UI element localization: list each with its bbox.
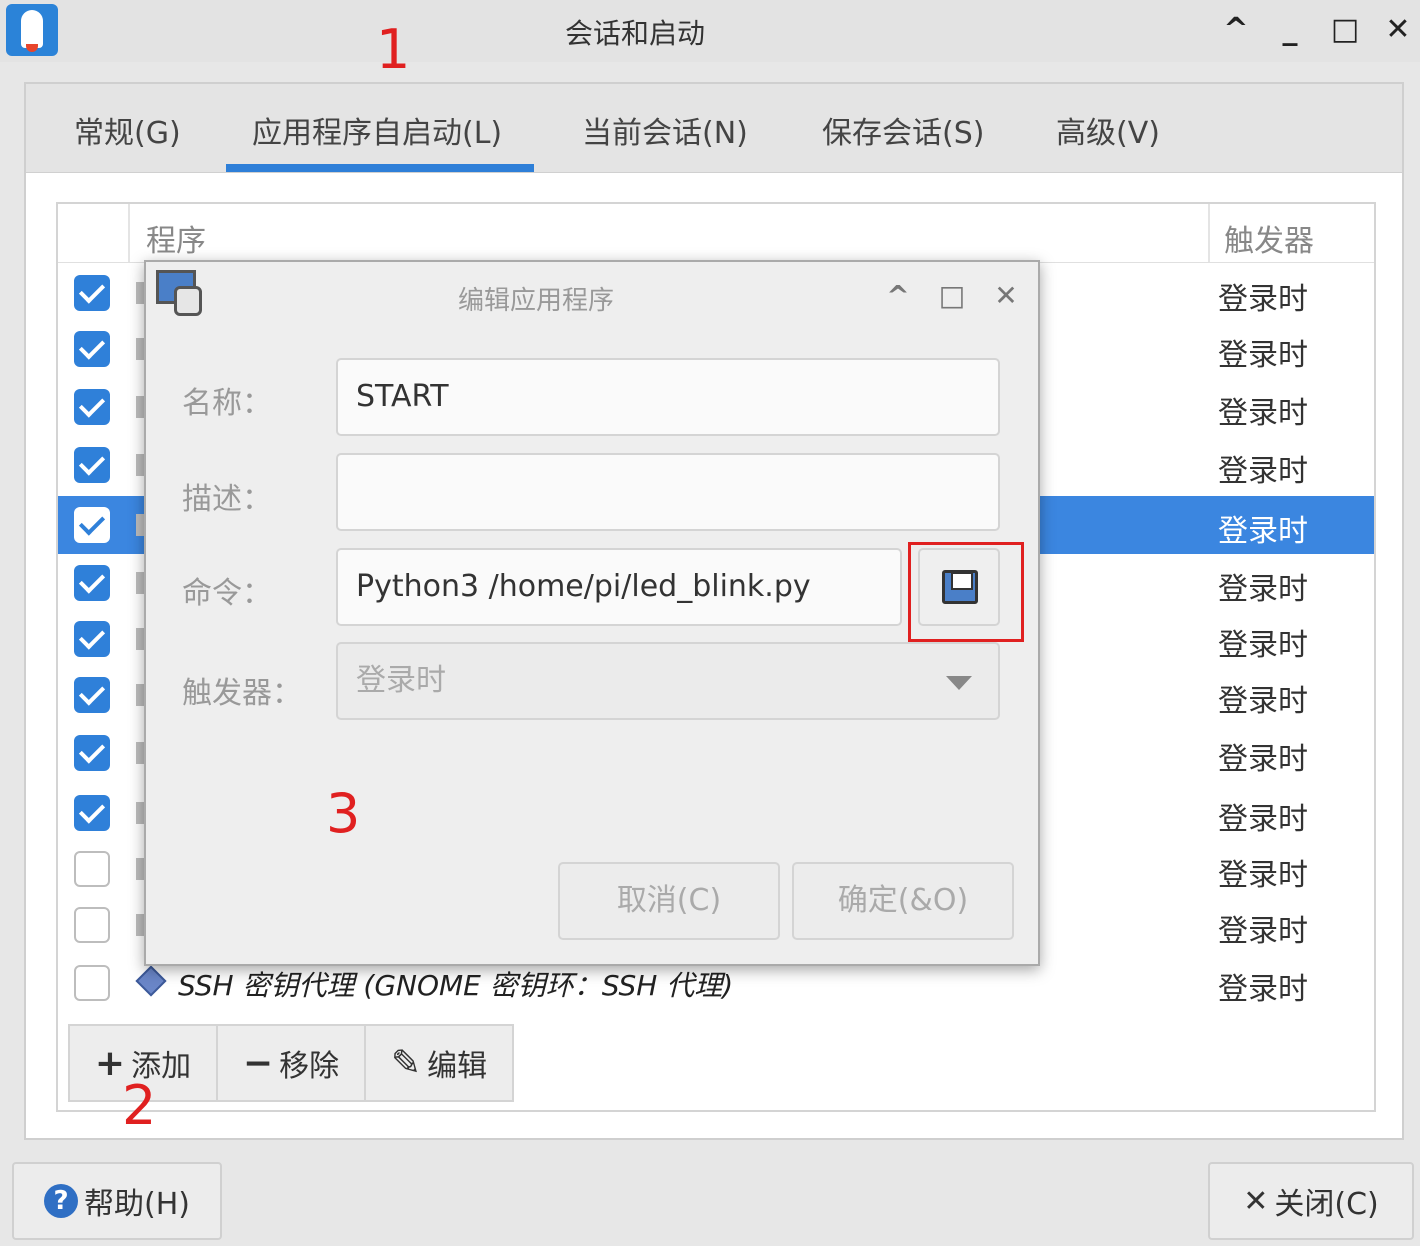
header-separator — [128, 204, 130, 262]
trigger-value: 登录时 — [1218, 858, 1308, 893]
edit-button-label: 编辑 — [427, 1049, 488, 1084]
trigger-label: 触发器： — [182, 676, 302, 711]
maximize-button[interactable]: □ — [1325, 10, 1365, 50]
enable-checkbox[interactable] — [74, 565, 110, 601]
enable-checkbox[interactable] — [74, 447, 110, 483]
tab-bar: 常规(G) 应用程序自启动(L) 当前会话(N) 保存会话(S) 高级(V) — [26, 84, 1402, 173]
tab-autostart[interactable]: 应用程序自启动(L) — [252, 108, 502, 152]
close-button[interactable]: ✕ 关闭(C) — [1208, 1162, 1414, 1240]
program-icon — [136, 684, 144, 706]
window-title: 会话和启动 — [564, 17, 705, 50]
program-name: SSH 密钥代理 (GNOME 密钥环：SSH 代理) — [178, 969, 734, 1002]
help-icon: ? — [44, 1184, 79, 1218]
column-header-program[interactable]: 程序 — [146, 216, 206, 260]
annotation-3: 3 — [326, 782, 361, 845]
trigger-value: 登录时 — [1218, 684, 1308, 719]
program-icon — [136, 742, 144, 764]
dialog-maximize-button[interactable]: □ — [934, 278, 970, 314]
keyring-icon — [135, 965, 167, 997]
name-field[interactable]: START — [336, 358, 1000, 436]
program-icon — [136, 338, 144, 360]
dialog-shade-button[interactable]: ^ — [880, 278, 916, 314]
active-tab-indicator — [226, 164, 534, 172]
trigger-value: 登录时 — [1218, 396, 1308, 431]
enable-checkbox[interactable] — [74, 677, 110, 713]
close-window-button[interactable]: ✕ — [1378, 10, 1418, 50]
plus-icon: + — [94, 1042, 126, 1084]
enable-checkbox[interactable] — [74, 965, 110, 1001]
program-icon — [136, 914, 144, 936]
program-icon — [136, 628, 144, 650]
description-field[interactable] — [336, 453, 1000, 531]
tab-saved-sessions[interactable]: 保存会话(S) — [822, 108, 984, 152]
tab-current-session[interactable]: 当前会话(N) — [582, 108, 748, 152]
trigger-combo[interactable]: 登录时 — [336, 642, 1000, 720]
trigger-value: 登录时 — [1218, 914, 1308, 949]
trigger-value: 登录时 — [1218, 572, 1308, 607]
window-titlebar: 会话和启动 ^ _ □ ✕ — [0, 0, 1420, 62]
annotation-1: 1 — [376, 18, 411, 81]
dialog-title: 编辑应用程序 — [457, 286, 614, 316]
shade-button[interactable]: ^ — [1216, 10, 1256, 50]
command-field[interactable]: Python3 /home/pi/led_blink.py — [336, 548, 902, 626]
enable-checkbox[interactable] — [74, 907, 110, 943]
column-header-trigger[interactable]: 触发器 — [1224, 216, 1314, 260]
close-icon: ✕ — [1243, 1183, 1269, 1219]
trigger-value: 登录时 — [1218, 514, 1308, 549]
list-header: 程序 触发器 — [58, 204, 1374, 263]
minus-icon: − — [242, 1042, 274, 1084]
enable-checkbox[interactable] — [74, 621, 110, 657]
trigger-value: 登录时 — [1218, 972, 1308, 1007]
name-label: 名称： — [182, 386, 272, 421]
trigger-value: 登录时 — [1218, 454, 1308, 489]
program-icon — [136, 572, 144, 594]
edit-application-dialog: 编辑应用程序 ^ □ ✕ 名称： START 描述： 命令： Python3 /… — [144, 260, 1040, 966]
tab-general[interactable]: 常规(G) — [74, 108, 181, 152]
enable-checkbox[interactable] — [74, 795, 110, 831]
help-button-label: 帮助(H) — [84, 1187, 190, 1222]
enable-checkbox[interactable] — [74, 735, 110, 771]
enable-checkbox[interactable] — [74, 275, 110, 311]
ok-button[interactable]: 确定(&O) — [792, 862, 1014, 940]
trigger-value: 登录时 — [1218, 742, 1308, 777]
close-button-label: 关闭(C) — [1274, 1187, 1379, 1222]
trigger-value: 登录时 — [1218, 338, 1308, 373]
enable-checkbox[interactable] — [74, 389, 110, 425]
dialog-close-button[interactable]: ✕ — [988, 278, 1024, 314]
program-icon — [136, 858, 144, 880]
program-icon — [136, 802, 144, 824]
cancel-button[interactable]: 取消(C) — [558, 862, 780, 940]
description-label: 描述： — [182, 482, 272, 517]
annotation-highlight-box — [908, 542, 1024, 642]
edit-button[interactable]: ✎ 编辑 — [364, 1024, 514, 1102]
enable-checkbox[interactable] — [74, 851, 110, 887]
enable-checkbox[interactable] — [74, 507, 110, 543]
enable-checkbox[interactable] — [74, 331, 110, 367]
program-icon — [136, 454, 144, 476]
program-icon — [136, 514, 144, 536]
chevron-down-icon — [946, 676, 972, 690]
pencil-icon: ✎ — [390, 1042, 422, 1084]
trigger-combo-value: 登录时 — [356, 663, 446, 698]
tab-advanced[interactable]: 高级(V) — [1056, 108, 1160, 152]
program-icon — [136, 396, 144, 418]
header-separator — [1208, 204, 1210, 262]
remove-button[interactable]: − 移除 — [216, 1024, 366, 1102]
annotation-2: 2 — [122, 1074, 157, 1137]
command-label: 命令： — [182, 576, 272, 611]
trigger-value: 登录时 — [1218, 282, 1308, 317]
trigger-value: 登录时 — [1218, 628, 1308, 663]
remove-button-label: 移除 — [279, 1049, 340, 1084]
trigger-value: 登录时 — [1218, 802, 1308, 837]
program-icon — [136, 282, 144, 304]
minimize-button[interactable]: _ — [1270, 10, 1310, 50]
help-button[interactable]: ? 帮助(H) — [12, 1162, 222, 1240]
